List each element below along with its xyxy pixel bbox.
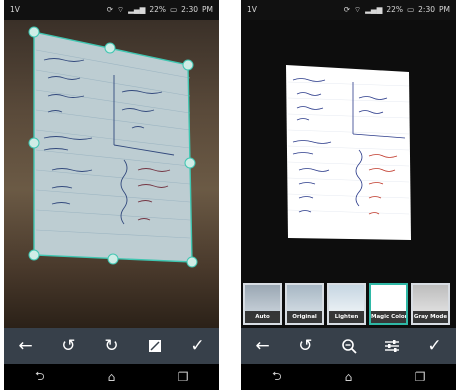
nav-back-icon[interactable]: ⮌: [264, 367, 290, 388]
status-bar: 1V ⟳ ⌔ ▂▄▆ 22% ▭ 2:30 PM: [241, 0, 456, 20]
crop-handle-bottom-mid[interactable]: [107, 253, 119, 265]
rotate-left-icon[interactable]: ↺: [55, 332, 83, 360]
system-nav-bar: ⮌ ⌂ ❐: [241, 364, 456, 390]
wifi-icon: ⌔: [354, 5, 362, 14]
crop-handle-right-mid[interactable]: [184, 157, 196, 169]
clock: 2:30: [181, 5, 198, 14]
filter-label: Original: [287, 311, 322, 323]
expand-icon[interactable]: [141, 332, 169, 360]
filter-gray-mode[interactable]: Gray Mode: [411, 283, 450, 325]
sliders-icon[interactable]: [378, 332, 406, 360]
nav-home-icon[interactable]: ⌂: [335, 370, 361, 384]
rotate-right-icon[interactable]: ↻: [98, 332, 126, 360]
filter-magic-color[interactable]: Magic Color: [369, 283, 408, 325]
sync-icon: ⟳: [343, 5, 351, 14]
nav-recents-icon[interactable]: ❐: [407, 370, 433, 384]
check-icon[interactable]: ✓: [421, 332, 449, 360]
battery-percent: 22%: [386, 5, 404, 14]
crop-handle-bottom-right[interactable]: [186, 256, 198, 268]
battery-percent: 22%: [149, 5, 167, 14]
status-bar: 1V ⟳ ⌔ ▂▄▆ 22% ▭ 2:30 PM: [4, 0, 219, 20]
nav-recents-icon[interactable]: ❐: [170, 370, 196, 384]
nav-home-icon[interactable]: ⌂: [98, 370, 124, 384]
arrow-left-icon[interactable]: ←: [249, 332, 277, 360]
clock-ampm: PM: [439, 5, 450, 14]
signal-icon: ▂▄▆: [365, 5, 383, 14]
filter-label: Gray Mode: [413, 311, 448, 323]
system-nav-bar: ⮌ ⌂ ❐: [4, 364, 219, 390]
arrow-left-icon[interactable]: ←: [12, 332, 40, 360]
filter-lighten[interactable]: Lighten: [327, 283, 366, 325]
clock-ampm: PM: [202, 5, 213, 14]
crop-handle-bottom-left[interactable]: [28, 249, 40, 261]
rotate-left-icon[interactable]: ↺: [292, 332, 320, 360]
enhance-screen: 1V ⟳ ⌔ ▂▄▆ 22% ▭ 2:30 PM Auto Original L…: [241, 0, 456, 390]
crop-handle-top-mid[interactable]: [104, 42, 116, 54]
carrier-label: 1V: [10, 5, 20, 14]
filter-label: Magic Color: [371, 311, 406, 323]
enhance-toolbar: ← ↺ ✓: [241, 328, 456, 364]
carrier-label: 1V: [247, 5, 257, 14]
battery-icon: ▭: [170, 5, 178, 14]
filter-label: Lighten: [329, 311, 364, 323]
nav-back-icon[interactable]: ⮌: [27, 367, 53, 388]
crop-handle-top-left[interactable]: [28, 26, 40, 38]
document-photo: [28, 26, 198, 268]
sync-icon: ⟳: [106, 5, 114, 14]
camera-preview[interactable]: [4, 20, 219, 328]
zoom-icon[interactable]: [335, 332, 363, 360]
crop-handle-left-mid[interactable]: [28, 137, 40, 149]
battery-icon: ▭: [407, 5, 415, 14]
enhanced-document: [286, 65, 411, 240]
crop-handle-top-right[interactable]: [182, 59, 194, 71]
filter-original[interactable]: Original: [285, 283, 324, 325]
filter-strip: Auto Original Lighten Magic Color Gray M…: [241, 281, 456, 327]
check-icon[interactable]: ✓: [184, 332, 212, 360]
crop-screen: 1V ⟳ ⌔ ▂▄▆ 22% ▭ 2:30 PM ← ↺ ↻ ✓ ⮌ ⌂ ❐: [4, 0, 219, 390]
signal-icon: ▂▄▆: [128, 5, 146, 14]
crop-frame: [33, 31, 193, 263]
crop-toolbar: ← ↺ ↻ ✓: [4, 328, 219, 364]
filter-auto[interactable]: Auto: [243, 283, 282, 325]
filter-label: Auto: [245, 311, 280, 323]
wifi-icon: ⌔: [117, 5, 125, 14]
clock: 2:30: [418, 5, 435, 14]
